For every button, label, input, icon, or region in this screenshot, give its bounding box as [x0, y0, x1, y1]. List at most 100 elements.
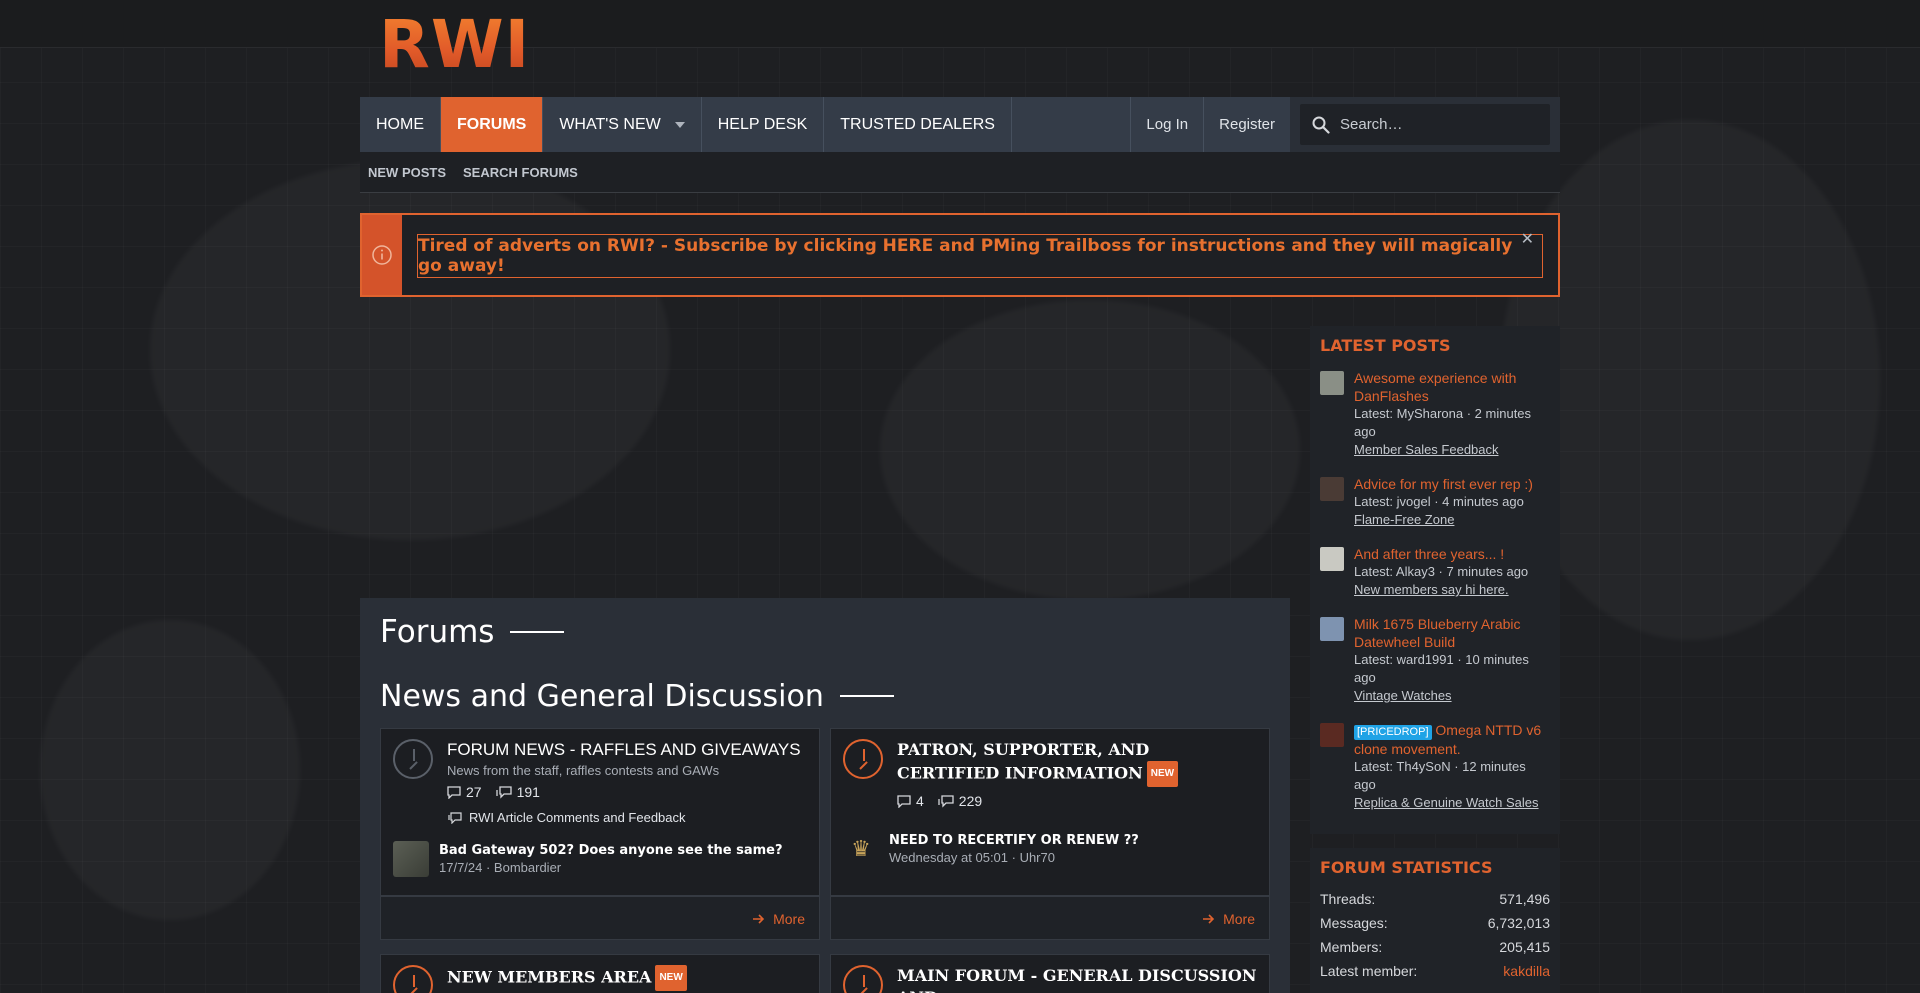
category-title-text: News and General Discussion: [380, 678, 824, 714]
post-title[interactable]: Milk 1675 Blueberry Arabic Datewheel Bui…: [1354, 615, 1550, 651]
stat-label: Latest member:: [1320, 963, 1418, 979]
arrow-right-icon: [1203, 914, 1215, 924]
forum-title-text: NEW MEMBERS AREA: [447, 967, 652, 987]
avatar[interactable]: [1320, 477, 1344, 501]
info-icon: [362, 215, 402, 295]
messages-count: 191: [495, 784, 540, 800]
forum-title[interactable]: MAIN FORUM - GENERAL DISCUSSION AND: [897, 965, 1257, 993]
clock-icon: [843, 739, 883, 779]
notice-banner: Tired of adverts on RWI? - Subscribe by …: [360, 213, 1560, 297]
forum-statistics-widget: FORUM STATISTICS Threads: 571,496 Message…: [1310, 848, 1560, 993]
post-meta: Latest: jvogel · 4 minutes ago: [1354, 494, 1524, 509]
login-link[interactable]: Log In: [1130, 97, 1203, 152]
crown-icon[interactable]: ♛: [843, 831, 879, 867]
subnav-search-forums[interactable]: SEARCH FORUMS: [463, 165, 578, 180]
more-link[interactable]: More: [1202, 911, 1255, 927]
nav-tab-forums[interactable]: FORUMS: [441, 97, 544, 152]
post-forum-link[interactable]: Replica & Genuine Watch Sales: [1354, 794, 1550, 812]
subnav-new-posts[interactable]: NEW POSTS: [368, 165, 446, 180]
stat-value: 6,732,013: [1487, 915, 1550, 931]
avatar[interactable]: [1320, 371, 1344, 395]
new-badge: NEW: [655, 965, 687, 991]
search-box[interactable]: [1300, 104, 1550, 145]
more-label: More: [773, 911, 805, 927]
arrow-right-icon: [753, 914, 765, 924]
avatar[interactable]: [1320, 723, 1344, 747]
nav-tab-label: HELP DESK: [717, 115, 808, 133]
post-title[interactable]: Awesome experience with DanFlashes: [1354, 369, 1550, 405]
page-title-text: Forums: [380, 614, 495, 650]
nav-tab-help-desk[interactable]: HELP DESK: [702, 97, 825, 152]
avatar[interactable]: [1320, 547, 1344, 571]
latest-member-link[interactable]: kakdilla: [1503, 963, 1550, 979]
top-header-strip: [0, 0, 1920, 48]
latest-post-item: Advice for my first ever rep :) Latest: …: [1320, 475, 1550, 529]
threads-count-value: 4: [916, 793, 924, 809]
post-meta: Latest: MySharona · 2 minutes ago: [1354, 406, 1532, 439]
post-title[interactable]: And after three years... !: [1354, 545, 1528, 563]
stat-label: Messages:: [1320, 915, 1388, 931]
stat-value: 205,415: [1499, 939, 1550, 955]
nav-tab-home[interactable]: HOME: [360, 97, 441, 152]
stat-label: Members:: [1320, 939, 1383, 955]
nav-tab-trusted-dealers[interactable]: TRUSTED DEALERS: [824, 97, 1012, 152]
forum-node: NEW MEMBERS AREA NEW: [380, 954, 820, 993]
node-footer: More: [830, 896, 1270, 940]
threads-count: 27: [447, 784, 482, 800]
messages-count-value: 191: [516, 784, 540, 800]
search-input[interactable]: [1340, 116, 1530, 133]
nav-tab-whats-new[interactable]: WHAT'S NEW: [543, 97, 702, 152]
threads-icon: [897, 794, 911, 808]
post-meta: Latest: ward1991 · 10 minutes ago: [1354, 652, 1529, 685]
close-icon[interactable]: ✕: [1521, 229, 1534, 248]
last-post-title[interactable]: NEED TO RECERTIFY OR RENEW ??: [889, 833, 1139, 848]
forum-title-text: PATRON, SUPPORTER, AND CERTIFIED INFORMA…: [897, 740, 1150, 783]
title-underline: [839, 695, 894, 697]
post-forum-link[interactable]: Flame-Free Zone: [1354, 511, 1533, 529]
page-title: Forums: [380, 614, 1270, 650]
latest-posts-widget: LATEST POSTS Awesome experience with Dan…: [1310, 326, 1560, 834]
latest-post-item: [PRICEDROP] Omega NTTD v6 clone movement…: [1320, 721, 1550, 812]
main-navigation: HOME FORUMS WHAT'S NEW HELP DESK TRUSTED…: [360, 97, 1560, 152]
notice-message[interactable]: Tired of adverts on RWI? - Subscribe by …: [417, 234, 1543, 278]
more-label: More: [1223, 911, 1255, 927]
forum-node: PATRON, SUPPORTER, AND CERTIFIED INFORMA…: [830, 728, 1270, 896]
sub-navigation: NEW POSTS SEARCH FORUMS: [360, 152, 1560, 193]
forum-title[interactable]: FORUM NEWS - RAFFLES AND GIVEAWAYS: [447, 739, 801, 761]
price-drop-prefix[interactable]: [PRICEDROP]: [1354, 725, 1432, 740]
latest-posts-title: LATEST POSTS: [1320, 336, 1451, 355]
post-title[interactable]: [PRICEDROP] Omega NTTD v6 clone movement…: [1354, 721, 1550, 758]
register-link[interactable]: Register: [1203, 97, 1290, 152]
category-title[interactable]: News and General Discussion: [380, 678, 1270, 714]
subforum-link[interactable]: RWI Article Comments and Feedback: [448, 810, 801, 825]
search-area: [1290, 97, 1560, 152]
post-forum-link[interactable]: Member Sales Feedback: [1354, 441, 1550, 459]
site-logo[interactable]: RWI: [379, 12, 530, 78]
new-badge: NEW: [1146, 761, 1179, 787]
forum-title[interactable]: NEW MEMBERS AREA NEW: [447, 965, 687, 991]
subforum-icon: [448, 811, 462, 824]
avatar[interactable]: [393, 841, 429, 877]
last-post-meta: 17/7/24 · Bombardier: [439, 860, 562, 875]
post-forum-link[interactable]: New members say hi here.: [1354, 581, 1528, 599]
nav-tab-label: WHAT'S NEW: [559, 115, 661, 133]
post-title[interactable]: Advice for my first ever rep :): [1354, 475, 1533, 493]
post-meta: Latest: Th4ySoN · 12 minutes ago: [1354, 759, 1526, 792]
nav-tab-label: TRUSTED DEALERS: [840, 115, 995, 133]
clock-icon: [843, 965, 883, 993]
chevron-down-icon[interactable]: [674, 121, 685, 128]
more-link[interactable]: More: [752, 911, 805, 927]
messages-count: 229: [938, 793, 982, 809]
search-icon: [1312, 116, 1330, 134]
stat-row-messages: Messages: 6,732,013: [1320, 915, 1550, 931]
avatar[interactable]: [1320, 617, 1344, 641]
threads-count: 4: [897, 793, 924, 809]
forum-list-panel: Forums News and General Discussion FORUM…: [360, 598, 1290, 993]
stat-row-threads: Threads: 571,496: [1320, 891, 1550, 907]
post-forum-link[interactable]: Vintage Watches: [1354, 687, 1550, 705]
stat-value: 571,496: [1499, 891, 1550, 907]
latest-post-item: Milk 1675 Blueberry Arabic Datewheel Bui…: [1320, 615, 1550, 705]
last-post-title[interactable]: Bad Gateway 502? Does anyone see the sam…: [439, 843, 783, 858]
forum-title[interactable]: PATRON, SUPPORTER, AND CERTIFIED INFORMA…: [897, 739, 1257, 787]
